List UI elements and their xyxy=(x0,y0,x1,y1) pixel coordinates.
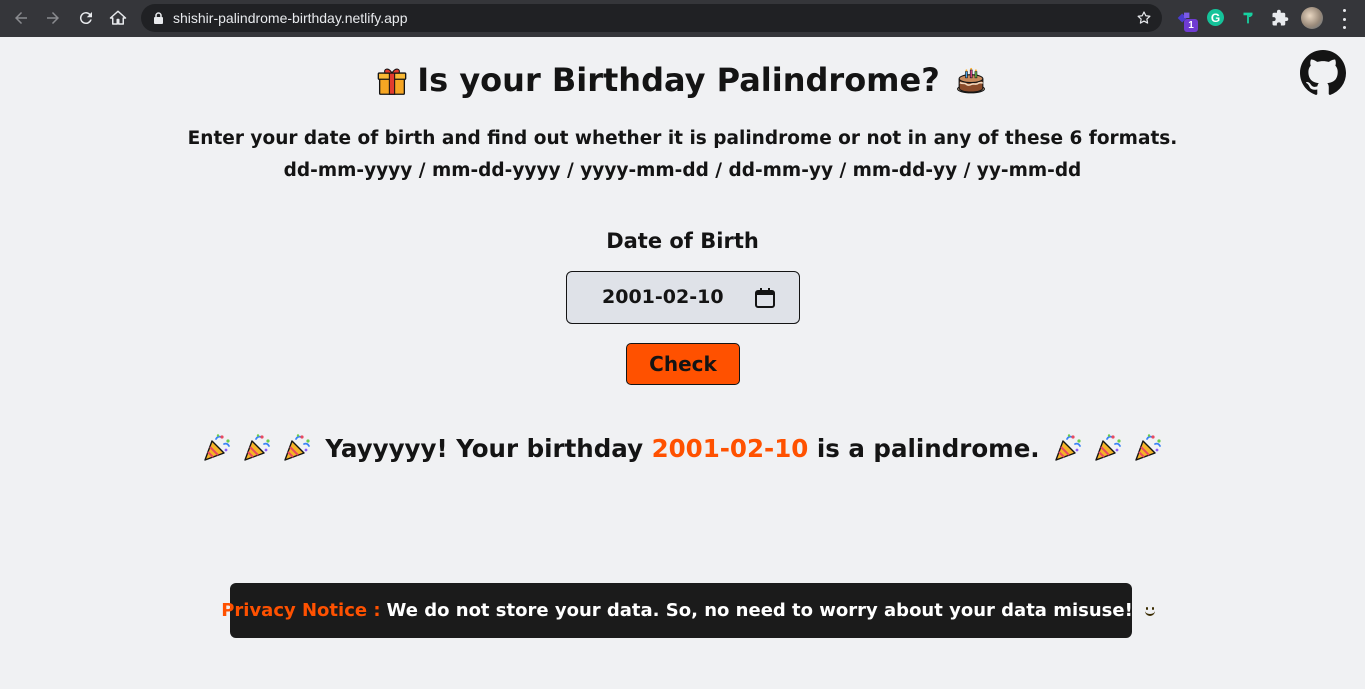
privacy-label: Privacy Notice : xyxy=(221,600,381,621)
result-suffix: is a palindrome. xyxy=(816,434,1040,463)
arrow-right-icon xyxy=(47,12,59,24)
home-icon xyxy=(109,10,127,25)
extension-badge: 1 xyxy=(1184,19,1198,32)
page-title: Is your Birthday Palindrome? xyxy=(0,61,1365,100)
reload-button[interactable] xyxy=(75,7,97,29)
browser-toolbar: shishir-palindrome-birthday.netlify.app … xyxy=(0,0,1365,37)
page-title-text: Is your Birthday Palindrome? xyxy=(417,61,940,99)
party-popper-icon xyxy=(1053,433,1083,463)
party-popper-icon xyxy=(202,433,232,463)
puzzle-icon xyxy=(1272,9,1289,26)
privacy-text: We do not store your data. So, no need t… xyxy=(386,600,1133,621)
cake-icon xyxy=(952,66,990,100)
address-bar[interactable]: shishir-palindrome-birthday.netlify.app xyxy=(141,4,1162,32)
calendar-icon[interactable] xyxy=(754,287,776,309)
date-of-birth-value: 2001-02-10 xyxy=(602,286,724,308)
result-message: Yayyyyy! Your birthday 2001-02-10 is a p… xyxy=(0,433,1365,463)
browser-menu-icon[interactable] xyxy=(1340,9,1348,29)
arrow-left-icon xyxy=(15,12,27,24)
url-text: shishir-palindrome-birthday.netlify.app xyxy=(173,10,408,26)
profile-avatar[interactable] xyxy=(1301,7,1323,29)
privacy-notice: Privacy Notice : We do not store your da… xyxy=(221,583,1155,638)
result-date: 2001-02-10 xyxy=(651,434,809,463)
party-popper-icon xyxy=(1133,433,1163,463)
grammarly-icon[interactable]: G xyxy=(1207,9,1224,26)
result-prefix: Yayyyyy! Your birthday xyxy=(325,434,644,463)
extensions-button[interactable] xyxy=(1270,8,1290,28)
extension-plant-button[interactable] xyxy=(1238,8,1258,28)
intro-text: Enter your date of birth and find out wh… xyxy=(187,128,1178,149)
party-popper-icon xyxy=(242,433,272,463)
gift-icon xyxy=(375,66,409,100)
check-button[interactable]: Check xyxy=(626,343,740,385)
dob-label: Date of Birth xyxy=(606,229,759,253)
forward-button[interactable] xyxy=(42,7,64,29)
bookmark-star-icon[interactable] xyxy=(1136,10,1152,26)
date-of-birth-input[interactable]: 2001-02-10 xyxy=(566,271,800,324)
plant-icon xyxy=(1243,12,1253,24)
formats-text: dd-mm-yyyy / mm-dd-yyyy / yyyy-mm-dd / d… xyxy=(283,160,1082,181)
home-button[interactable] xyxy=(107,7,129,29)
reload-icon xyxy=(79,12,92,25)
party-popper-icon xyxy=(1093,433,1123,463)
party-popper-icon xyxy=(282,433,312,463)
lock-icon xyxy=(154,12,163,24)
back-button[interactable] xyxy=(10,7,32,29)
